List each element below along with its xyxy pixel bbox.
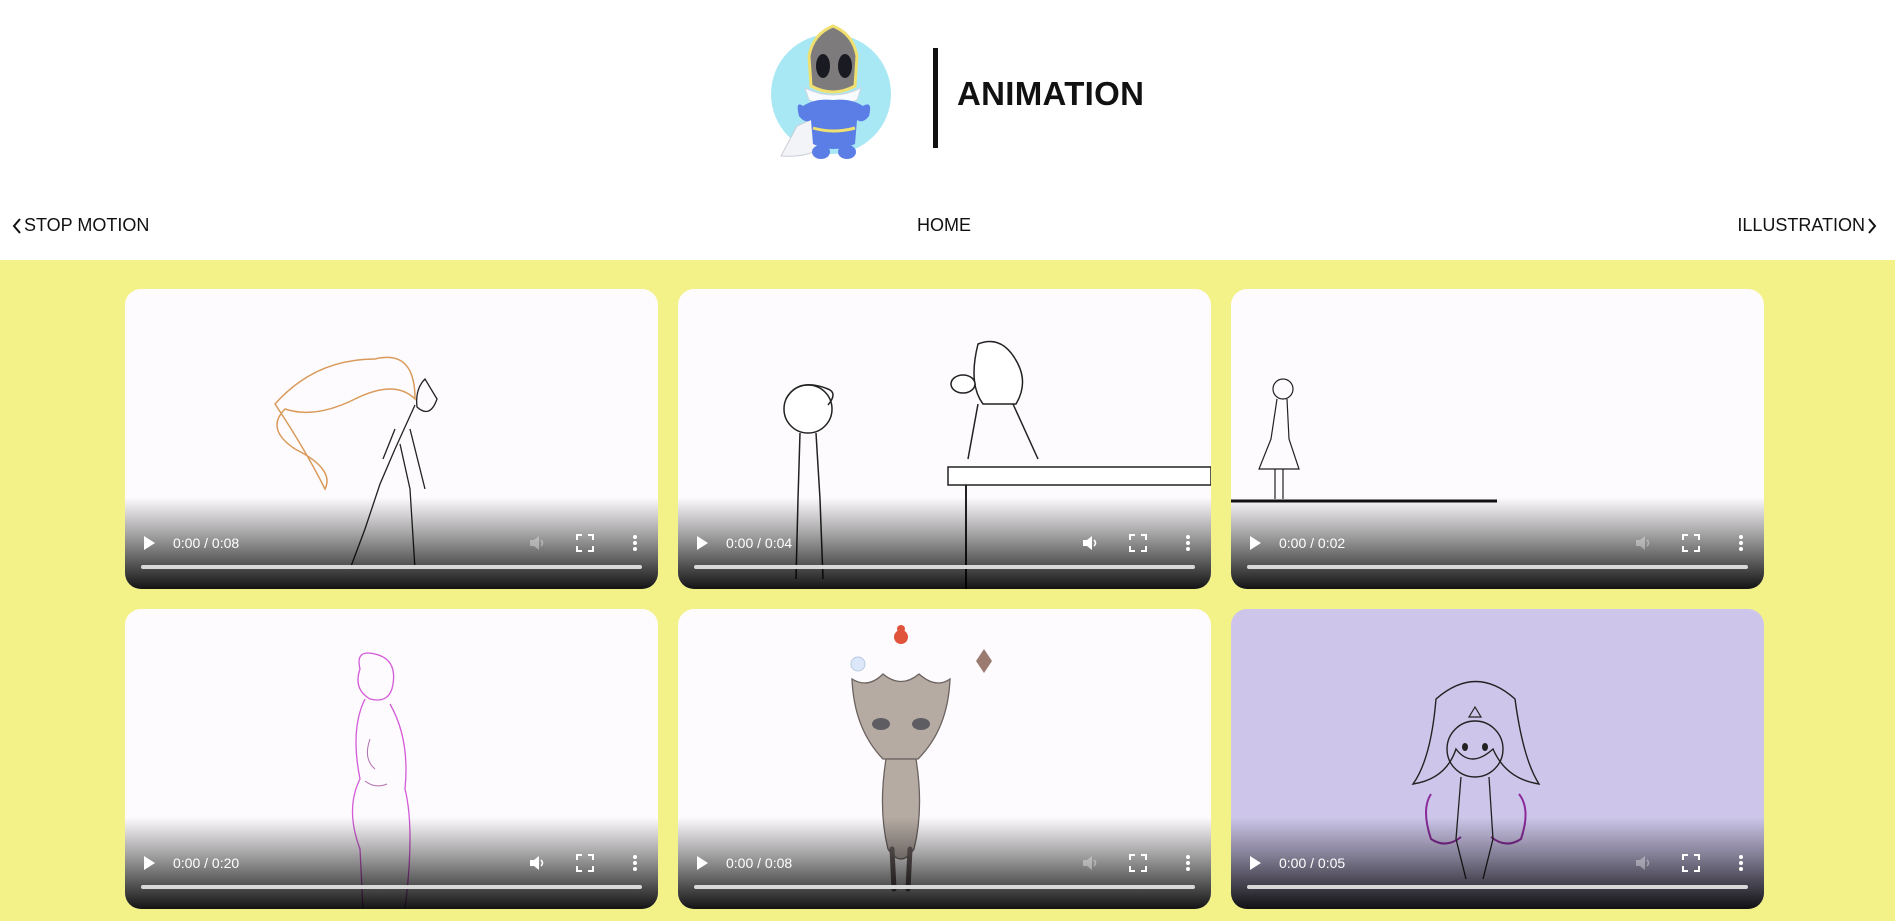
play-icon[interactable] — [1248, 535, 1262, 551]
video-time-4: 0:00 / 0:20 — [173, 855, 240, 871]
more-options-icon[interactable] — [1185, 534, 1191, 552]
fullscreen-icon[interactable] — [576, 534, 594, 552]
fullscreen-icon[interactable] — [576, 854, 594, 872]
fullscreen-icon[interactable] — [1682, 854, 1700, 872]
video-player-2[interactable]: 0:00 / 0:04 — [678, 289, 1211, 589]
video-time-2: 0:00 / 0:04 — [726, 535, 793, 551]
fullscreen-icon[interactable] — [1129, 534, 1147, 552]
more-options-icon[interactable] — [1185, 854, 1191, 872]
video-time-3: 0:00 / 0:02 — [1279, 535, 1346, 551]
video-time-1: 0:00 / 0:08 — [173, 535, 240, 551]
chevron-right-icon — [1868, 217, 1877, 234]
volume-icon[interactable] — [528, 534, 546, 552]
video-player-6[interactable]: 0:00 / 0:05 — [1231, 609, 1764, 909]
progress-bar[interactable] — [1247, 885, 1748, 889]
nav-prev-link[interactable]: STOP MOTION — [12, 215, 149, 236]
volume-icon[interactable] — [1081, 534, 1099, 552]
video-gallery: 0:00 / 0:08 0:00 / 0:04 0:00 / 0:02 0:00… — [0, 260, 1895, 921]
fullscreen-icon[interactable] — [1682, 534, 1700, 552]
mascot-icon[interactable] — [759, 16, 895, 166]
video-time-6: 0:00 / 0:05 — [1279, 855, 1346, 871]
more-options-icon[interactable] — [632, 534, 638, 552]
nav-home-link[interactable]: HOME — [917, 215, 971, 236]
nav-next-link[interactable]: ILLUSTRATION — [1737, 215, 1877, 236]
play-icon[interactable] — [695, 855, 709, 871]
progress-bar[interactable] — [694, 565, 1195, 569]
site-header: ANIMATION STOP MOTION HOME ILLUSTRATION — [0, 0, 1895, 260]
nav-next-label: ILLUSTRATION — [1737, 215, 1865, 235]
play-icon[interactable] — [695, 535, 709, 551]
video-player-1[interactable]: 0:00 / 0:08 — [125, 289, 658, 589]
progress-bar[interactable] — [141, 565, 642, 569]
volume-icon[interactable] — [528, 854, 546, 872]
volume-icon[interactable] — [1634, 854, 1652, 872]
volume-icon[interactable] — [1081, 854, 1099, 872]
more-options-icon[interactable] — [1738, 854, 1744, 872]
play-icon[interactable] — [142, 855, 156, 871]
page-title: ANIMATION — [957, 75, 1145, 112]
play-icon[interactable] — [1248, 855, 1262, 871]
video-player-4[interactable]: 0:00 / 0:20 — [125, 609, 658, 909]
fullscreen-icon[interactable] — [1129, 854, 1147, 872]
chevron-left-icon — [12, 217, 21, 234]
progress-bar[interactable] — [1247, 565, 1748, 569]
play-icon[interactable] — [142, 535, 156, 551]
video-time-5: 0:00 / 0:08 — [726, 855, 793, 871]
progress-bar[interactable] — [141, 885, 642, 889]
video-player-3[interactable]: 0:00 / 0:02 — [1231, 289, 1764, 589]
more-options-icon[interactable] — [632, 854, 638, 872]
more-options-icon[interactable] — [1738, 534, 1744, 552]
video-player-5[interactable]: 0:00 / 0:08 — [678, 609, 1211, 909]
volume-icon[interactable] — [1634, 534, 1652, 552]
nav-prev-label: STOP MOTION — [24, 215, 150, 235]
nav-home-label: HOME — [917, 215, 971, 235]
title-divider — [933, 48, 938, 148]
progress-bar[interactable] — [694, 885, 1195, 889]
